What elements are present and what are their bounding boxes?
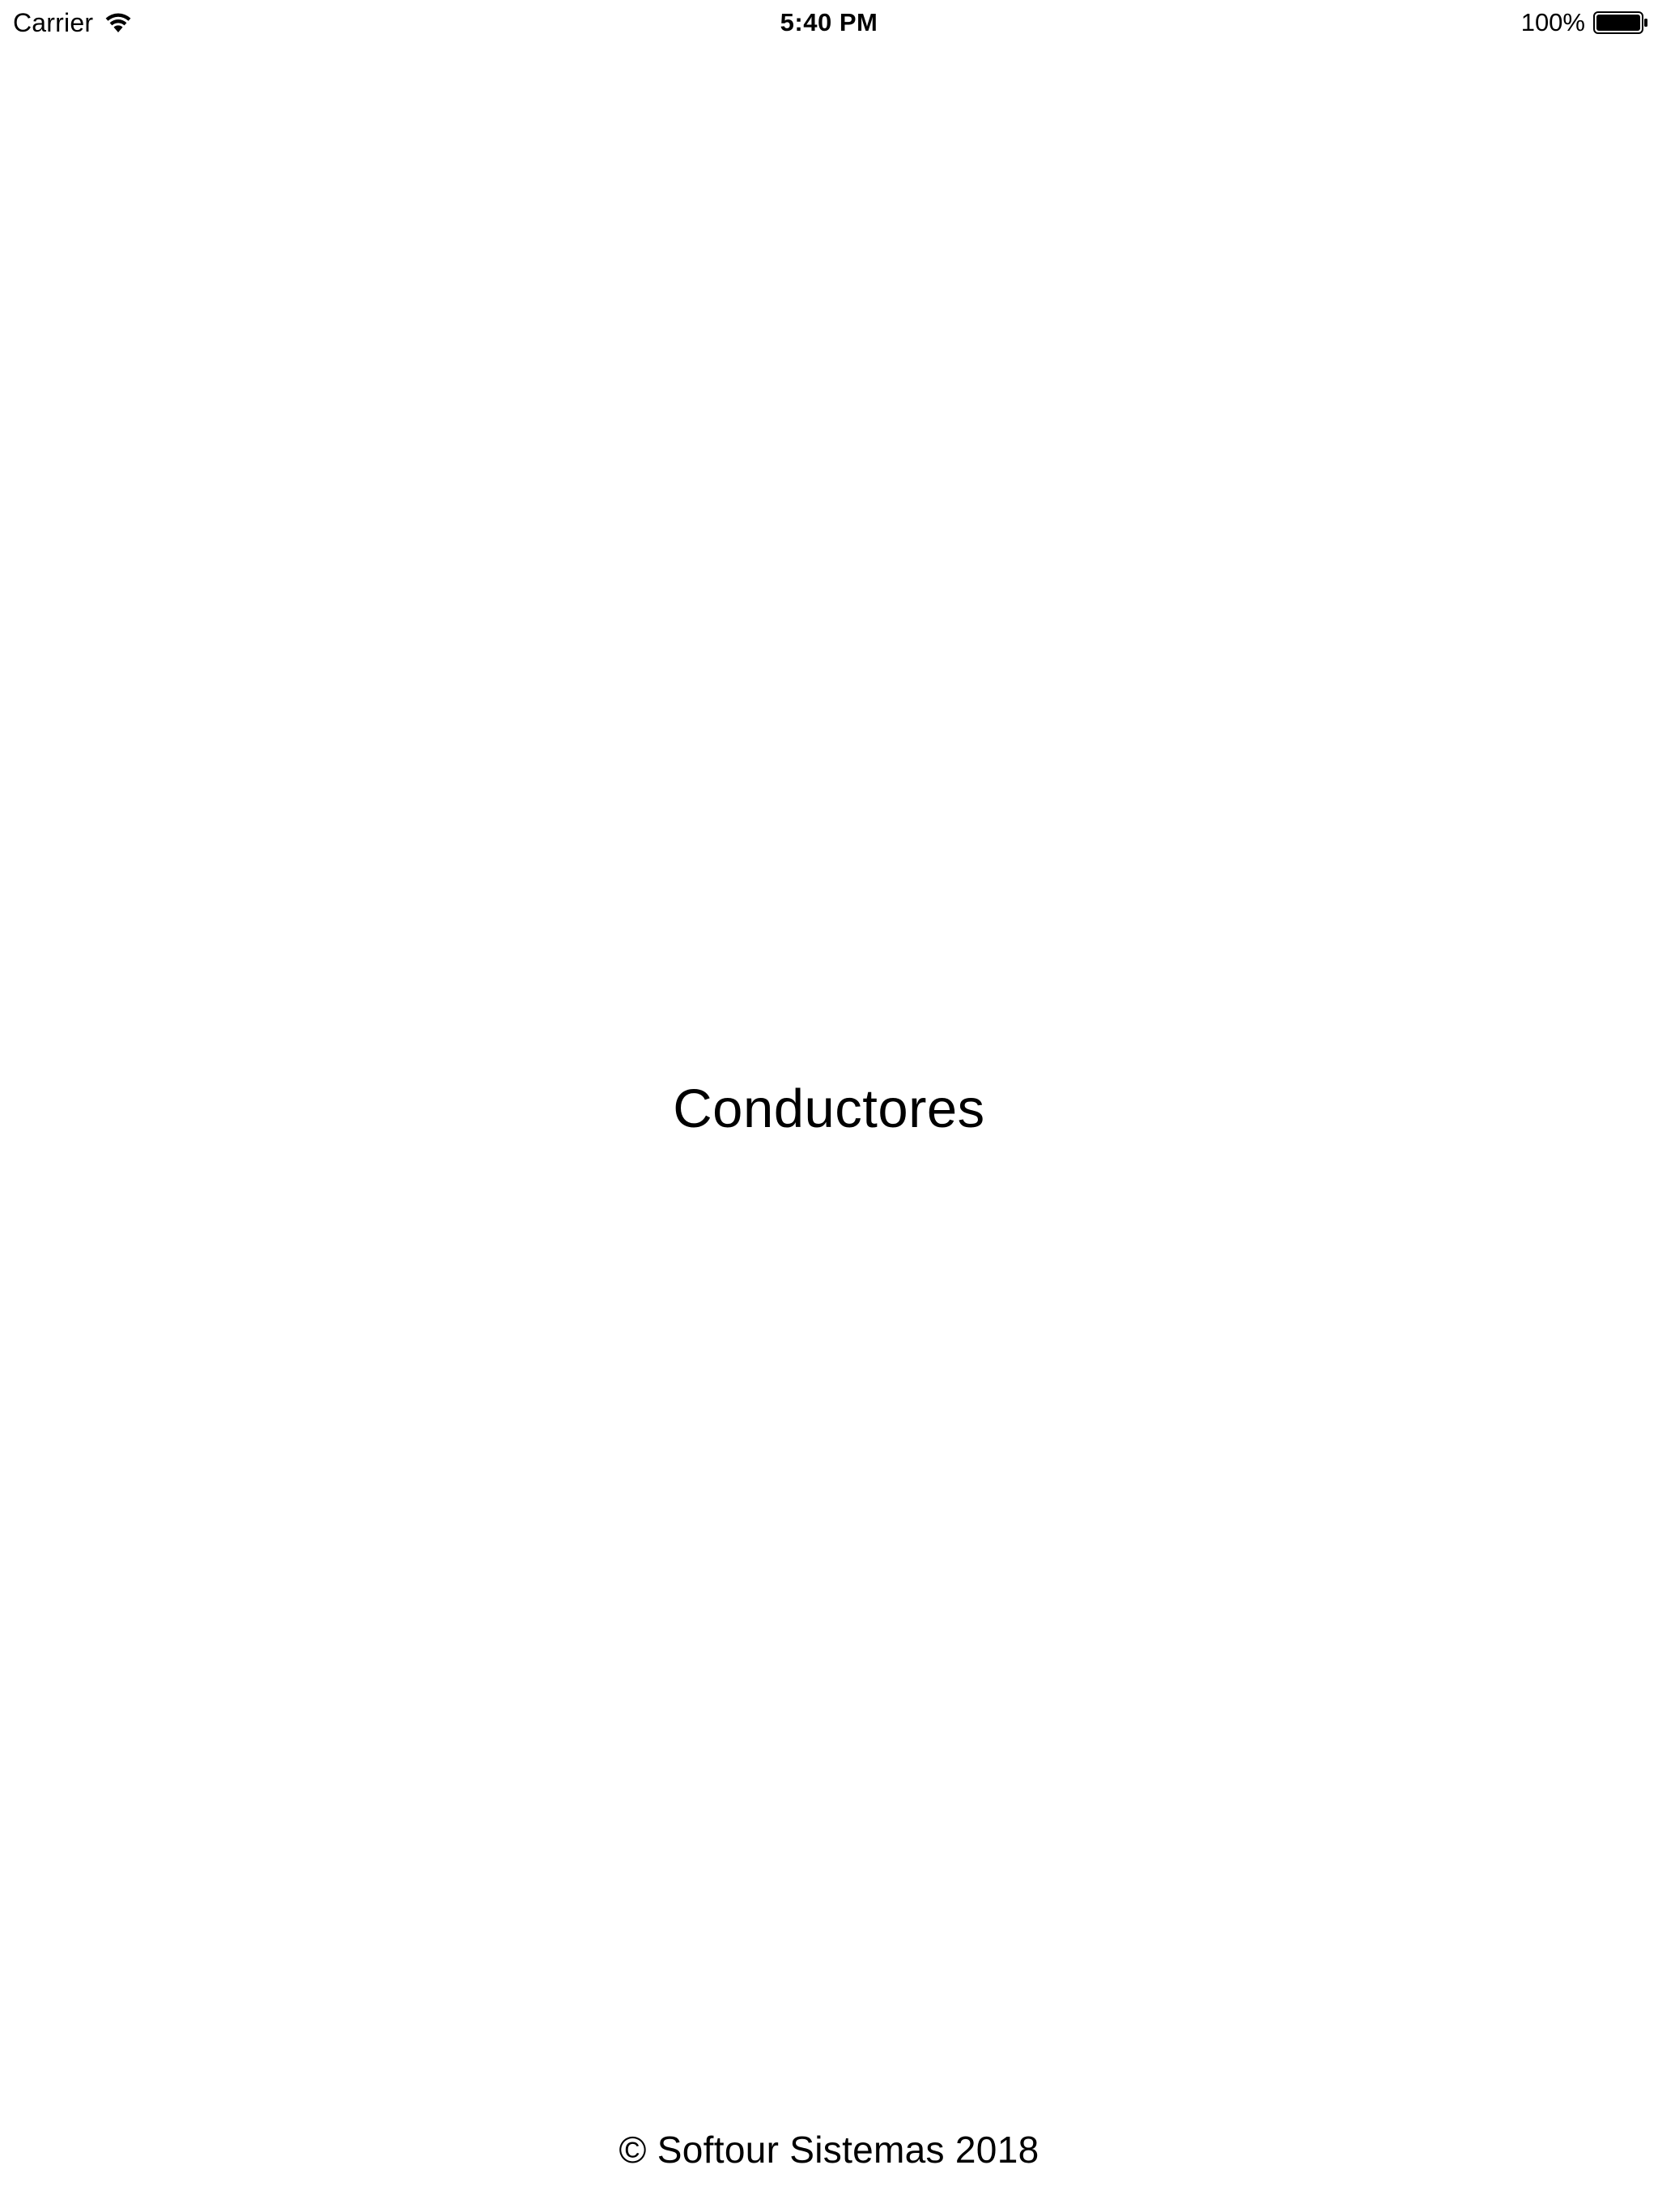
app-title: Conductores — [673, 1078, 985, 1139]
copyright-notice: © Softour Sistemas 2018 — [619, 2129, 1039, 2171]
status-bar-right: 100% — [1521, 5, 1648, 40]
status-bar-time: 5:40 PM — [780, 8, 878, 36]
battery-level-fill — [1596, 15, 1640, 31]
battery-percentage: 100% — [1520, 8, 1585, 36]
status-bar: Carrier 5:40 PM 100% — [0, 0, 1658, 45]
battery-full-icon — [1593, 11, 1648, 34]
